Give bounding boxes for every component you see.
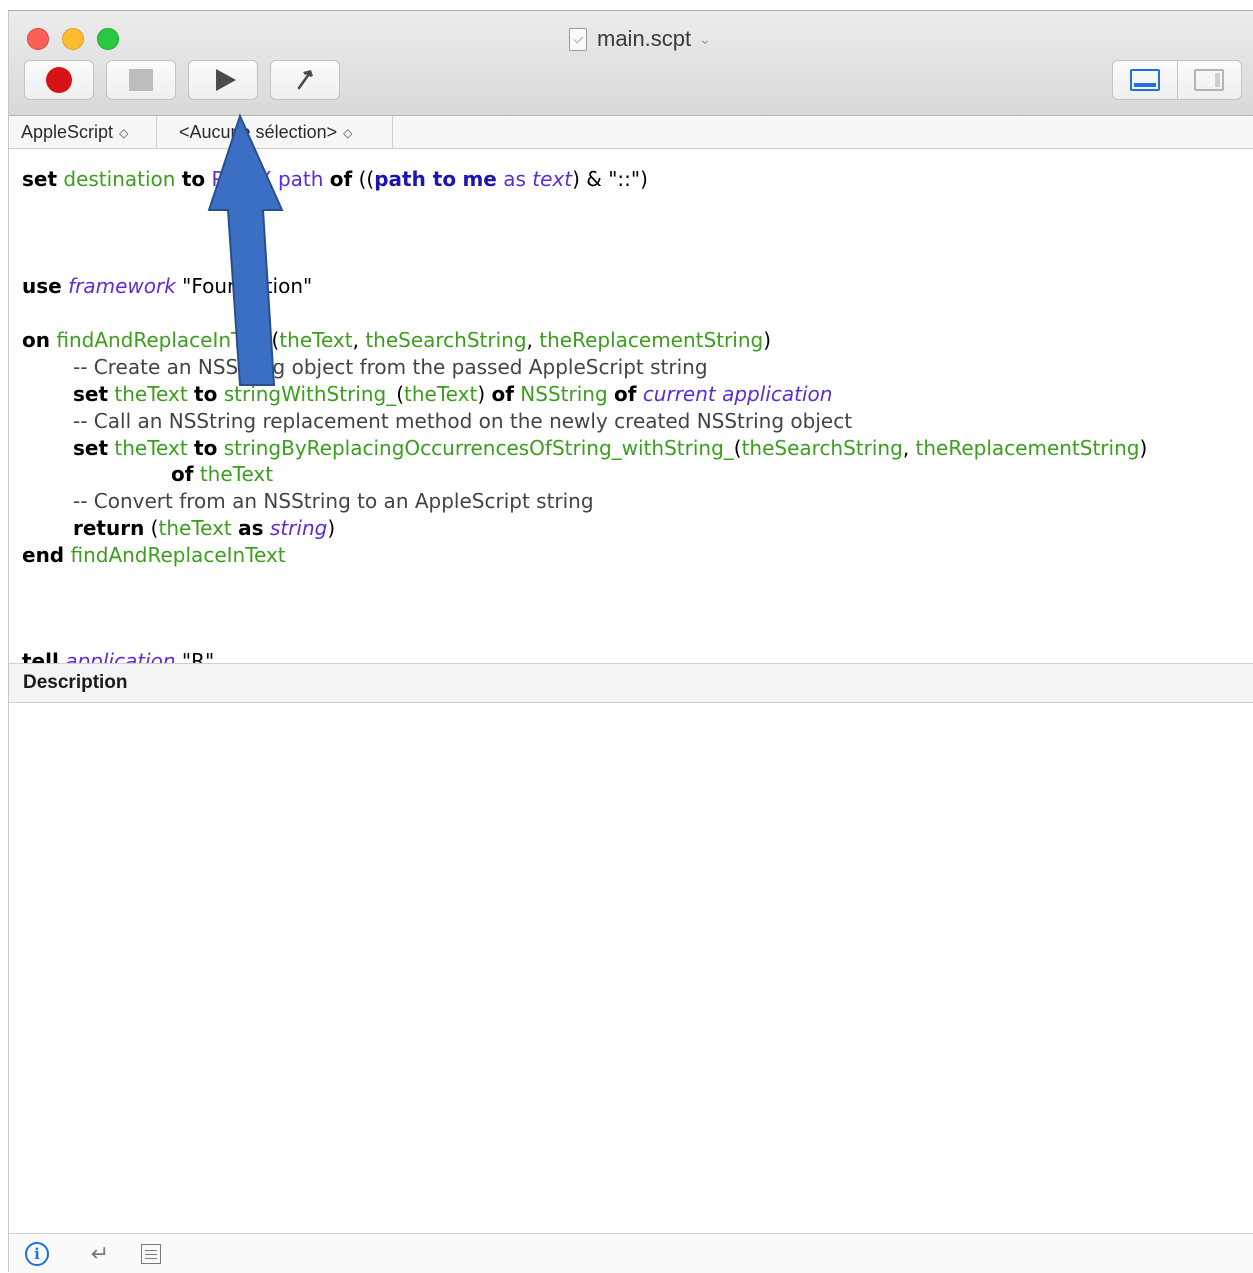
window-title[interactable]: main.scpt ⌄	[569, 25, 711, 53]
language-popup[interactable]: AppleScript ◇	[9, 116, 157, 149]
status-bar: i ↵	[9, 1233, 1253, 1273]
stop-icon	[129, 69, 153, 91]
code-line: end findAndReplaceInText	[22, 543, 286, 567]
navigation-bar: AppleScript ◇ <Aucune sélection> ◇	[9, 116, 1253, 149]
play-icon	[215, 69, 236, 91]
code-line: of theText	[171, 462, 274, 486]
up-down-arrows-icon: ◇	[343, 125, 353, 140]
view-toggle	[1112, 60, 1242, 100]
compile-button[interactable]	[270, 60, 340, 100]
document-icon	[569, 27, 587, 51]
selection-popup[interactable]: <Aucune sélection> ◇	[167, 116, 393, 149]
close-button[interactable]	[27, 28, 49, 50]
code-line: set theText to stringByReplacingOccurren…	[73, 436, 1148, 460]
top-strip	[0, 0, 1253, 10]
code-comment: -- Convert from an NSString to an AppleS…	[73, 489, 594, 513]
run-button[interactable]	[188, 60, 258, 100]
code-line: return (theText as string)	[73, 516, 336, 540]
record-icon	[46, 67, 72, 93]
return-icon[interactable]: ↵	[87, 1241, 113, 1266]
up-down-arrows-icon: ◇	[119, 125, 129, 140]
code-comment: -- Create an NSString object from the pa…	[73, 355, 708, 379]
minimize-button[interactable]	[62, 28, 84, 50]
list-icon[interactable]	[139, 1242, 163, 1266]
script-editor[interactable]: set destination to POSIX path of ((path …	[9, 150, 1253, 663]
chevron-down-icon: ⌄	[699, 30, 711, 47]
code-line: on findAndReplaceInText(theText, theSear…	[22, 328, 772, 352]
code-line: tell application "R"	[22, 649, 215, 663]
show-bottom-pane-button[interactable]	[1113, 61, 1177, 99]
window-title-text: main.scpt	[597, 26, 692, 51]
description-pane[interactable]	[9, 703, 1253, 1233]
description-header: Description	[9, 663, 1253, 703]
code-comment: -- Call an NSString replacement method o…	[73, 409, 853, 433]
info-icon[interactable]: i	[25, 1242, 49, 1266]
side-pane-icon	[1194, 69, 1225, 91]
code-line: set theText to stringWithString_(theText…	[73, 382, 833, 406]
record-button[interactable]	[24, 60, 94, 100]
language-label: AppleScript	[21, 122, 114, 142]
hammer-icon	[297, 70, 313, 90]
script-editor-window: main.scpt ⌄ AppleScript ◇ <Aucune sélect…	[8, 10, 1253, 1273]
show-side-pane-button[interactable]	[1176, 61, 1242, 99]
bottom-pane-icon	[1129, 69, 1160, 91]
code-line: use framework "Foundation"	[22, 274, 313, 298]
selection-label: <Aucune sélection>	[179, 122, 338, 142]
title-bar: main.scpt ⌄	[9, 11, 1253, 116]
stop-button[interactable]	[106, 60, 176, 100]
zoom-button[interactable]	[97, 28, 119, 50]
code-line: set destination to POSIX path of ((path …	[22, 167, 648, 191]
